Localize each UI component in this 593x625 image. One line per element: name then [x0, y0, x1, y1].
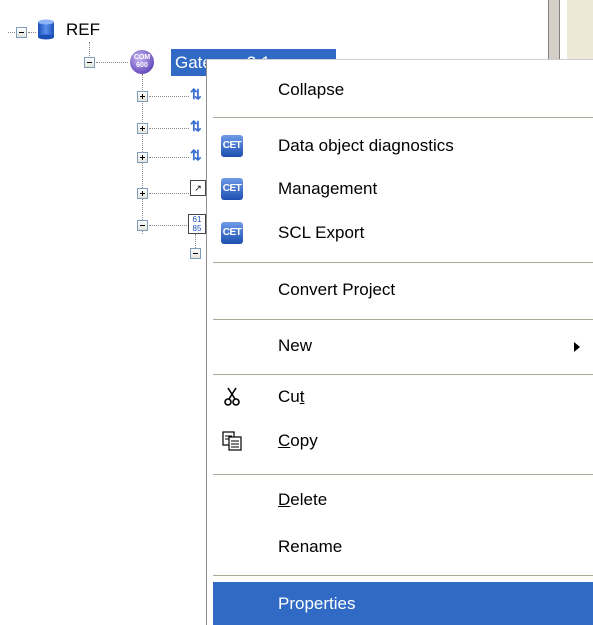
- menu-item-convert-project[interactable]: Convert Project: [213, 270, 593, 310]
- menu-item-new[interactable]: New: [213, 326, 593, 366]
- tree-connector: [96, 62, 128, 63]
- device-icon: ⇅: [190, 118, 202, 134]
- tree-connector: [28, 32, 36, 33]
- copy-icon: [222, 431, 242, 451]
- menu-item-label: Collapse: [278, 80, 345, 99]
- menu-item-label: New: [278, 336, 313, 355]
- menu-item-label: Cut: [278, 387, 305, 406]
- menu-item-scl-export[interactable]: CET SCL Export: [213, 213, 593, 253]
- cet-icon: CET: [221, 222, 243, 244]
- menu-separator: [213, 474, 593, 475]
- grandchild-collapse-toggle[interactable]: [190, 248, 201, 259]
- tree-connector: [149, 193, 189, 194]
- root-node-label[interactable]: REF: [66, 20, 100, 40]
- menu-item-data-object-diagnostics[interactable]: CET Data object diagnostics: [213, 126, 593, 166]
- menu-item-properties[interactable]: Properties: [213, 582, 593, 625]
- child-expand-toggle[interactable]: [137, 188, 148, 199]
- menu-separator: [213, 262, 593, 263]
- menu-item-delete[interactable]: Delete: [213, 480, 593, 520]
- context-menu: Collapse CET Data object diagnostics CET…: [206, 59, 593, 625]
- child-expand-toggle[interactable]: [137, 152, 148, 163]
- iec61850-icon: 61 85: [188, 214, 206, 234]
- database-icon: [38, 19, 54, 40]
- menu-item-label: Convert Project: [278, 280, 396, 299]
- menu-separator: [213, 319, 593, 320]
- scissors-icon: [224, 387, 240, 406]
- tree-connector: [8, 32, 15, 33]
- child-collapse-toggle[interactable]: [137, 220, 148, 231]
- menu-separator: [213, 374, 593, 375]
- child-expand-toggle[interactable]: [137, 91, 148, 102]
- menu-item-collapse[interactable]: Collapse: [213, 70, 593, 110]
- menu-item-cut[interactable]: Cut: [213, 377, 593, 417]
- menu-item-rename[interactable]: Rename: [213, 527, 593, 567]
- menu-item-label: Properties: [278, 594, 356, 613]
- shortcut-icon: ↗: [190, 180, 206, 196]
- menu-item-label: SCL Export: [278, 223, 365, 242]
- tree-connector: [149, 96, 189, 97]
- menu-item-label: Data object diagnostics: [278, 136, 454, 155]
- menu-item-label: Management: [278, 179, 378, 198]
- menu-item-label: Copy: [278, 431, 318, 450]
- gateway-icon: COM 600: [130, 50, 154, 74]
- device-icon: ⇅: [190, 86, 202, 102]
- submenu-arrow-icon: [574, 342, 580, 352]
- menu-item-management[interactable]: CET Management: [213, 169, 593, 209]
- tree-connector: [149, 157, 189, 158]
- gateway-collapse-toggle[interactable]: [84, 57, 95, 68]
- root-collapse-toggle[interactable]: [16, 27, 27, 38]
- menu-item-label: Rename: [278, 537, 343, 556]
- menu-separator: [213, 117, 593, 118]
- device-icon: ⇅: [190, 147, 202, 163]
- child-expand-toggle[interactable]: [137, 123, 148, 134]
- cet-icon: CET: [221, 135, 243, 157]
- menu-item-copy[interactable]: Copy: [213, 421, 593, 461]
- menu-item-label: Delete: [278, 490, 328, 509]
- tree-connector: [149, 128, 189, 129]
- tree-connector: [149, 225, 187, 226]
- cet-icon: CET: [221, 178, 243, 200]
- menu-separator: [213, 575, 593, 576]
